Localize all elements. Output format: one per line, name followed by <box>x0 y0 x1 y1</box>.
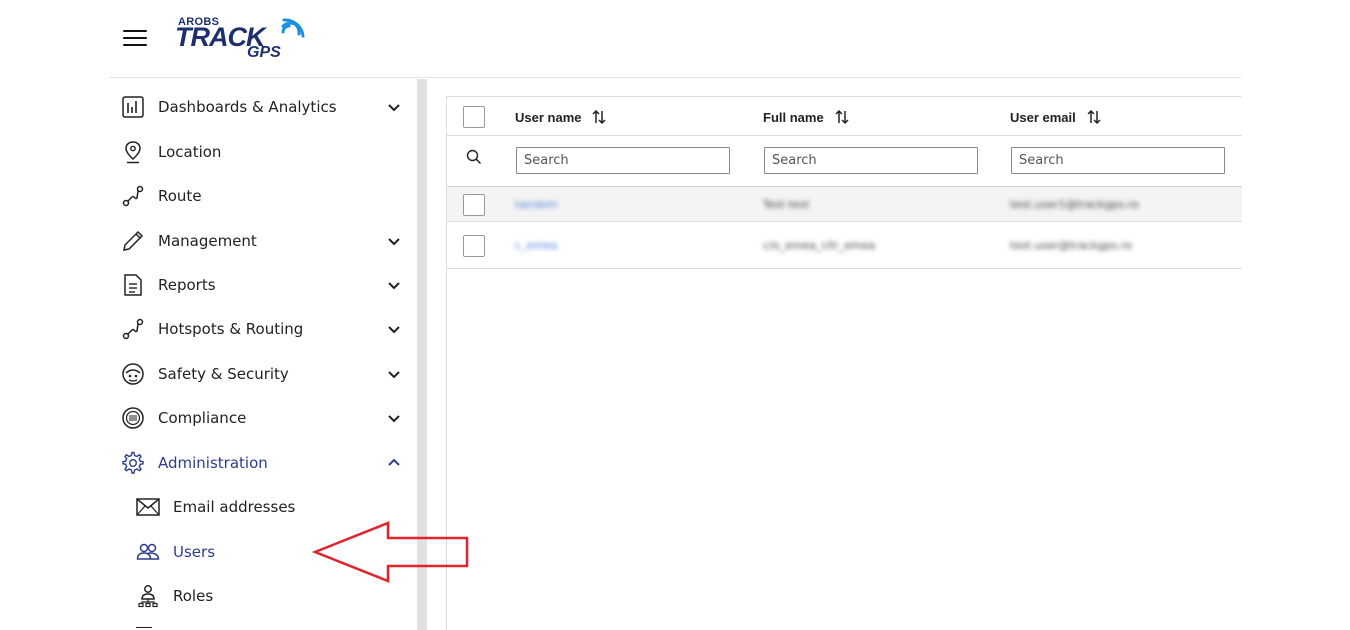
table-header-row: User name Full name User email <box>447 97 1242 136</box>
sidebar-item-administration[interactable]: Administration <box>109 443 417 483</box>
sidebar-item-label: Safety & Security <box>158 365 289 383</box>
column-header-label: User email <box>1010 109 1076 125</box>
sidebar-item-label: Management <box>158 232 257 250</box>
select-all-checkbox[interactable] <box>463 106 485 128</box>
route-icon <box>121 184 145 208</box>
sidebar-item-dashboards[interactable]: Dashboards & Analytics <box>109 87 417 127</box>
sidebar-item-label: Administration <box>158 454 268 472</box>
document-icon <box>121 273 145 297</box>
sidebar-item-compliance[interactable]: Compliance <box>109 398 417 438</box>
users-table: User name Full name User email tandem Te… <box>446 96 1242 630</box>
logo-text-gps: GPS <box>247 44 281 61</box>
sidebar-item-hotspots-routing[interactable]: Hotspots & Routing <box>109 309 417 349</box>
sidebar-subitem-label: Email addresses <box>173 498 296 516</box>
sidebar-item-reports[interactable]: Reports <box>109 265 417 305</box>
annotation-arrow-icon <box>312 521 469 583</box>
table-row[interactable]: tandem Test test test.user1@trackgps.ro <box>447 187 1242 222</box>
sidebar-item-management[interactable]: Management <box>109 221 417 261</box>
chevron-down-icon[interactable] <box>386 277 402 293</box>
gear-icon <box>121 451 145 475</box>
top-bar: AROBS TRACK GPS <box>109 0 1241 78</box>
chevron-down-icon[interactable] <box>386 99 402 115</box>
fullname-cell: c/o_emea_r/tr_emea <box>763 239 876 252</box>
sidebar-item-label: Compliance <box>158 409 247 427</box>
signal-waves-icon <box>281 18 305 38</box>
chevron-down-icon[interactable] <box>386 410 402 426</box>
column-header-email[interactable]: User email <box>1010 109 1102 125</box>
sort-icon[interactable] <box>834 109 850 125</box>
sidebar-item-label: Reports <box>158 276 216 294</box>
chevron-up-icon[interactable] <box>386 455 402 471</box>
column-header-username[interactable]: User name <box>515 109 607 125</box>
sidebar-item-label: Route <box>158 187 202 205</box>
username-cell[interactable]: c_emea <box>515 239 558 252</box>
pencil-icon <box>121 229 145 253</box>
sort-icon[interactable] <box>1086 109 1102 125</box>
roles-icon <box>136 584 160 608</box>
sidebar-item-label: Location <box>158 143 222 161</box>
username-cell[interactable]: tandem <box>515 198 558 211</box>
sidebar-subitem-label: Users <box>173 543 216 561</box>
sidebar-item-location[interactable]: Location <box>109 132 417 172</box>
table-filter-row <box>447 136 1242 187</box>
sidebar-item-safety-security[interactable]: Safety & Security <box>109 354 417 394</box>
search-icon <box>466 149 482 165</box>
envelope-icon <box>136 495 160 519</box>
safety-icon <box>121 362 145 386</box>
users-icon <box>136 540 160 564</box>
row-checkbox[interactable] <box>463 194 485 216</box>
route-icon <box>121 317 145 341</box>
column-header-label: User name <box>515 109 582 125</box>
app-logo[interactable]: AROBS TRACK GPS <box>175 16 307 64</box>
email-cell: test.user1@trackgps.ro <box>1010 198 1139 211</box>
map-pin-icon <box>121 140 145 164</box>
email-search-input[interactable] <box>1011 147 1225 174</box>
fullname-search-input[interactable] <box>764 147 978 174</box>
bar-chart-icon <box>121 95 145 119</box>
sidebar-item-label: Hotspots & Routing <box>158 320 304 338</box>
chevron-down-icon[interactable] <box>386 233 402 249</box>
sort-icon[interactable] <box>591 109 607 125</box>
hamburger-menu-icon[interactable] <box>123 29 147 47</box>
fullname-cell: Test test <box>763 198 810 211</box>
username-search-input[interactable] <box>516 147 730 174</box>
sidebar-subitem-label: Roles <box>173 587 214 605</box>
email-cell: test.user@trackgps.ro <box>1010 239 1132 252</box>
table-row[interactable]: c_emea c/o_emea_r/tr_emea test.user@trac… <box>447 223 1242 269</box>
column-header-fullname[interactable]: Full name <box>763 109 850 125</box>
column-header-label: Full name <box>763 109 824 125</box>
chevron-down-icon[interactable] <box>386 366 402 382</box>
row-checkbox[interactable] <box>463 235 485 257</box>
compliance-icon <box>121 406 145 430</box>
sidebar-item-route[interactable]: Route <box>109 176 417 216</box>
sidebar-item-label: Dashboards & Analytics <box>158 98 337 116</box>
chevron-down-icon[interactable] <box>386 321 402 337</box>
